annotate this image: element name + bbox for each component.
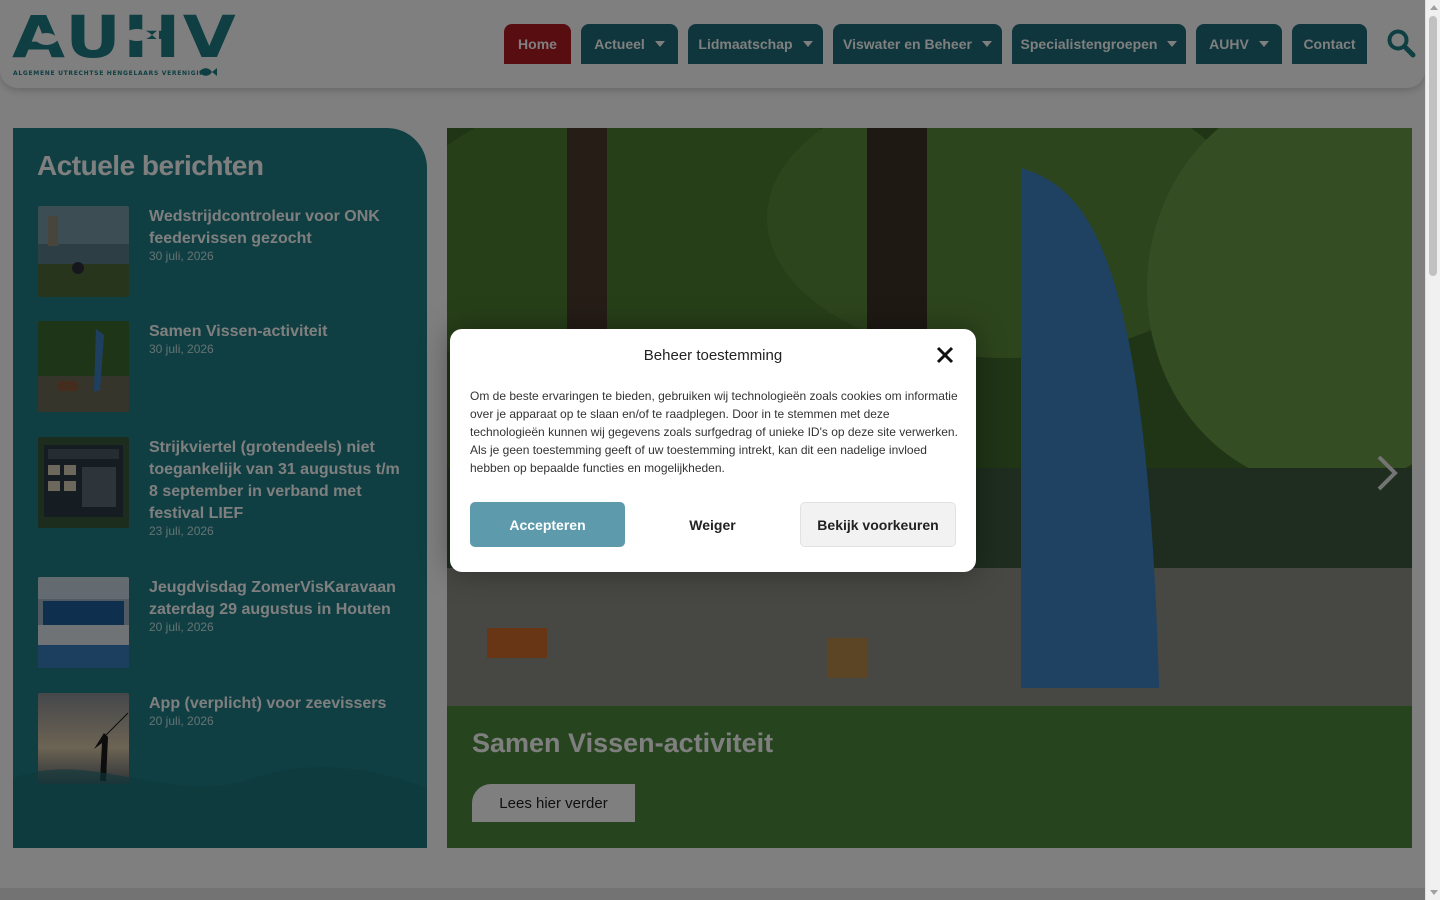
close-icon[interactable] [936,346,954,364]
scroll-down-icon[interactable] [1430,890,1438,895]
cookie-consent-dialog: Beheer toestemming Om de beste ervaringe… [450,329,976,572]
scroll-up-icon[interactable] [1430,5,1438,10]
view-preferences-button[interactable]: Bekijk voorkeuren [800,502,956,547]
accept-button[interactable]: Accepteren [470,502,625,547]
consent-title: Beheer toestemming [643,347,783,364]
scroll-thumb[interactable] [1429,16,1437,276]
deny-button[interactable]: Weiger [635,502,790,547]
consent-text: Om de beste ervaringen te bieden, gebrui… [470,389,958,475]
page-scrollbar[interactable] [1425,0,1440,900]
